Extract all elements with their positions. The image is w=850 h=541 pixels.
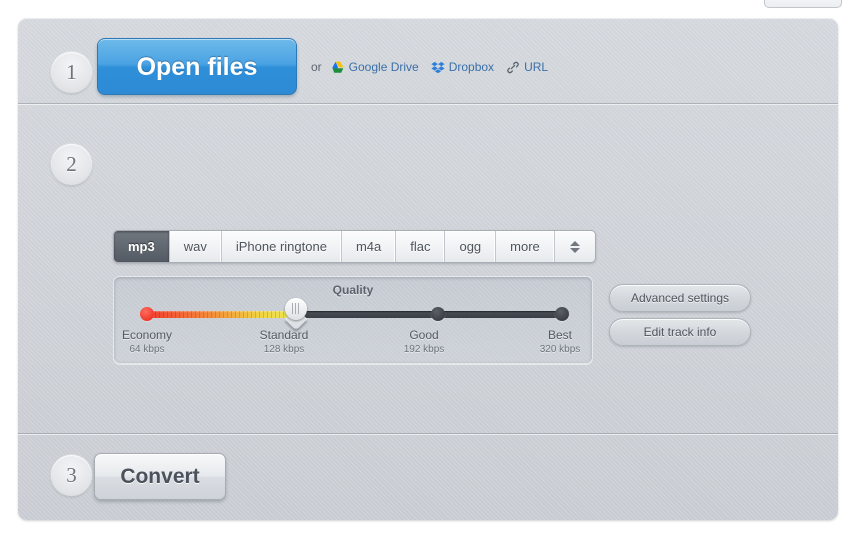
format-tab-m4a[interactable]: m4a <box>342 231 396 262</box>
link-icon <box>506 61 520 74</box>
slider-tick-economy[interactable] <box>140 307 154 321</box>
step-1-badge: 1 <box>51 52 92 93</box>
quality-bitrate-standard: 128 kbps <box>229 344 339 355</box>
edit-track-info-button[interactable]: Edit track info <box>609 318 751 346</box>
top-overflow-bar: Remove files <box>0 0 850 8</box>
quality-label-best: Best 320 kbps <box>505 328 615 355</box>
quality-label-good: Good 192 kbps <box>369 328 479 355</box>
quality-label-standard: Standard 128 kbps <box>229 328 339 355</box>
format-tab-bar: mp3 wav iPhone ringtone m4a flac ogg mor… <box>113 230 596 263</box>
quality-level-labels: Economy 64 kbps Standard 128 kbps Good 1… <box>114 328 592 358</box>
slider-handle[interactable] <box>285 298 307 328</box>
slider-track-fill <box>147 311 296 318</box>
chevron-down-icon <box>570 248 580 253</box>
advanced-settings-button[interactable]: Advanced settings <box>609 284 751 312</box>
google-drive-icon <box>331 61 345 74</box>
url-link[interactable]: URL <box>506 60 548 74</box>
quality-bitrate-economy: 64 kbps <box>92 344 202 355</box>
convert-button[interactable]: Convert <box>94 453 226 500</box>
format-tab-iphone-ringtone[interactable]: iPhone ringtone <box>222 231 342 262</box>
dropbox-icon <box>431 61 445 74</box>
chevron-up-icon <box>570 241 580 246</box>
slider-handle-grip <box>292 303 300 314</box>
dropbox-label: Dropbox <box>449 60 494 74</box>
step-2-row: 2 mp3 wav iPhone ringtone m4a flac ogg m… <box>18 103 838 433</box>
format-tab-mp3[interactable]: mp3 <box>114 231 170 262</box>
quality-name-good: Good <box>409 328 438 342</box>
dropbox-link[interactable]: Dropbox <box>431 60 494 74</box>
format-tab-ogg[interactable]: ogg <box>445 231 496 262</box>
quality-name-economy: Economy <box>122 328 172 342</box>
quality-bitrate-good: 192 kbps <box>369 344 479 355</box>
quality-name-best: Best <box>548 328 572 342</box>
quality-bitrate-best: 320 kbps <box>505 344 615 355</box>
google-drive-link[interactable]: Google Drive <box>331 60 419 74</box>
remove-files-button[interactable]: Remove files <box>764 0 842 8</box>
quality-slider[interactable] <box>147 307 562 321</box>
format-tab-flac[interactable]: flac <box>396 231 445 262</box>
slider-tick-best[interactable] <box>555 307 569 321</box>
cloud-sources: or Google Drive <box>311 58 548 76</box>
step-3-badge: 3 <box>51 455 92 496</box>
quality-title: Quality <box>114 283 592 297</box>
quality-label-economy: Economy 64 kbps <box>92 328 202 355</box>
or-label: or <box>311 60 322 74</box>
up-down-chevron-icon[interactable] <box>555 231 595 262</box>
quality-panel: Quality Economy 64 kbps <box>113 276 593 364</box>
format-tab-more[interactable]: more <box>496 231 555 262</box>
step-1-row: 1 Open files or Google Drive <box>18 18 838 103</box>
open-files-button[interactable]: Open files <box>97 38 297 95</box>
slider-tick-good[interactable] <box>431 307 445 321</box>
google-drive-label: Google Drive <box>349 60 419 74</box>
format-tab-wav[interactable]: wav <box>170 231 222 262</box>
url-label: URL <box>524 60 548 74</box>
converter-panel: 1 Open files or Google Drive <box>18 18 838 520</box>
quality-name-standard: Standard <box>260 328 309 342</box>
step-3-row: 3 Convert <box>18 433 838 520</box>
step-2-badge: 2 <box>51 144 92 185</box>
